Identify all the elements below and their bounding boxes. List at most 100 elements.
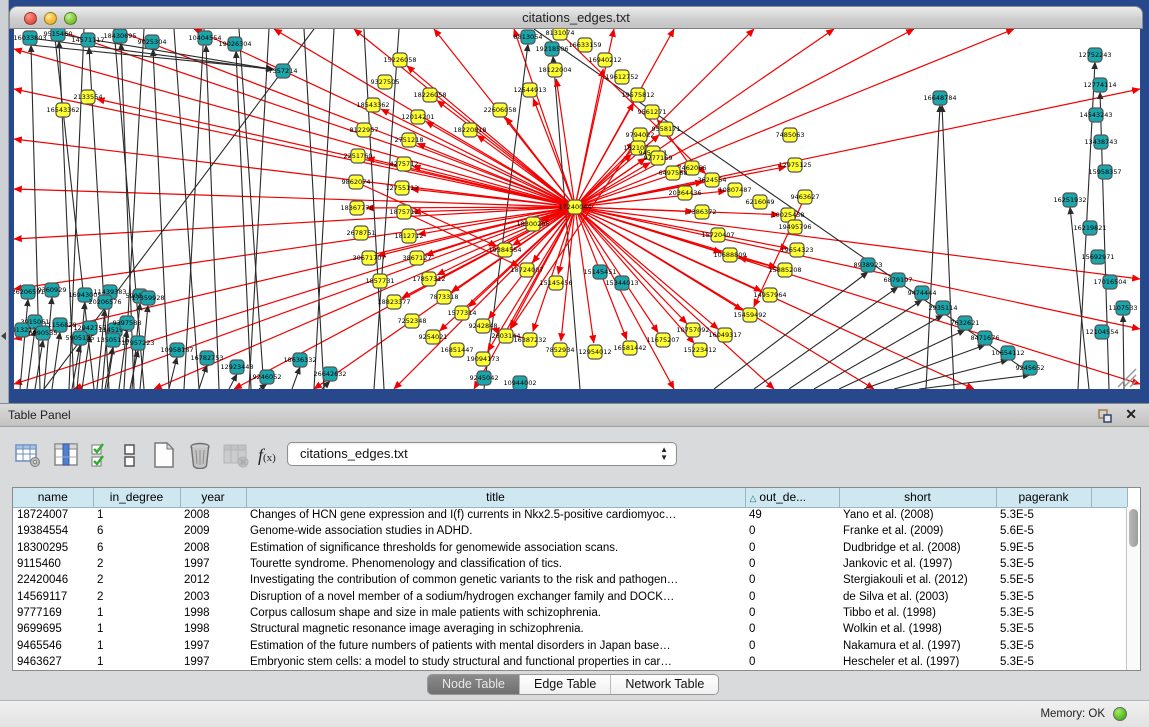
network-node-yellow[interactable]: 18367778: [340, 201, 373, 215]
network-node-yellow[interactable]: 9794022: [626, 128, 655, 142]
column-header-year[interactable]: year: [180, 488, 246, 507]
network-node-yellow[interactable]: 9254021: [419, 330, 448, 344]
network-node-teal[interactable]: 16782753: [190, 351, 223, 365]
table-scrollbar[interactable]: [1126, 507, 1140, 670]
network-node-yellow[interactable]: 10807487: [718, 183, 751, 197]
network-node-teal[interactable]: 18430695: [103, 29, 136, 43]
table-options-icon[interactable]: [14, 441, 42, 469]
expand-panel-arrow-icon[interactable]: [1, 332, 6, 340]
network-node-yellow[interactable]: 2751218: [395, 133, 424, 147]
network-node-teal[interactable]: 8471676: [971, 331, 1000, 345]
network-node-yellow[interactable]: 7485063: [776, 128, 805, 142]
table-row[interactable]: 969969511998Structural magnetic resonanc…: [13, 621, 1127, 637]
table-scrollbar-thumb[interactable]: [1129, 509, 1138, 547]
network-node-yellow[interactable]: 12975125: [778, 158, 811, 172]
network-node-teal[interactable]: 19026304: [218, 37, 251, 51]
network-node-teal[interactable]: 10958187: [160, 343, 193, 357]
network-node-teal[interactable]: 15145451: [583, 265, 616, 279]
tab-node-table[interactable]: Node Table: [428, 675, 520, 694]
network-node-yellow[interactable]: 15226058: [383, 53, 416, 67]
network-node-yellow[interactable]: 12544913: [513, 83, 546, 97]
network-node-yellow[interactable]: 17857312: [412, 272, 445, 286]
network-node-yellow[interactable]: 7873318: [430, 290, 459, 304]
network-node-teal[interactable]: 15958357: [1088, 165, 1121, 179]
table-row[interactable]: 911546021997Tourette syndrome. Phenomeno…: [13, 556, 1127, 572]
tab-edge-table[interactable]: Edge Table: [520, 675, 611, 694]
network-node-yellow[interactable]: 7252348: [398, 314, 427, 328]
network-node-teal[interactable]: 7632621: [951, 316, 980, 330]
select-all-icon[interactable]: [90, 441, 112, 469]
tab-network-table[interactable]: Network Table: [611, 675, 718, 694]
column-header-pagerank[interactable]: pagerank: [996, 488, 1091, 507]
network-node-yellow[interactable]: 8122957: [350, 123, 379, 137]
network-node-teal[interactable]: 8938923: [854, 258, 883, 272]
network-node-yellow[interactable]: 16581442: [613, 341, 646, 355]
network-node-teal[interactable]: 16033803: [14, 31, 47, 45]
network-node-yellow[interactable]: 22606058: [483, 103, 516, 117]
table-panel-header[interactable]: Table Panel ✕: [0, 403, 1149, 427]
network-node-yellow[interactable]: 2678751: [347, 226, 376, 240]
network-node-yellow[interactable]: 16633159: [568, 38, 601, 52]
network-node-teal[interactable]: 10404554: [188, 31, 221, 45]
network-node-yellow[interactable]: 16543362: [46, 103, 79, 117]
unselect-all-icon[interactable]: [122, 441, 138, 469]
network-node-yellow[interactable]: 1857731: [366, 274, 395, 288]
network-node-teal[interactable]: 12923448: [220, 360, 253, 374]
table-row[interactable]: 977716911998Corpus callosum shape and si…: [13, 605, 1127, 621]
network-node-yellow[interactable]: 18122004: [538, 63, 571, 77]
network-node-teal[interactable]: 10944002: [503, 376, 536, 389]
network-node-yellow[interactable]: 19575812: [621, 88, 654, 102]
network-node-yellow[interactable]: 9558171: [652, 122, 681, 136]
network-node-teal[interactable]: 16251932: [1053, 193, 1086, 207]
show-column-icon[interactable]: [52, 441, 80, 469]
table-row[interactable]: 1872400712008Changes of HCN gene express…: [13, 507, 1127, 523]
column-header-name[interactable]: name: [13, 488, 93, 507]
network-canvas[interactable]: 1522605893275051854336281229572251760986…: [14, 29, 1140, 389]
float-window-icon[interactable]: [1097, 408, 1113, 424]
network-node-teal[interactable]: 9246052: [253, 370, 282, 384]
table-row[interactable]: 2242004622012Investigating the contribut…: [13, 572, 1127, 588]
network-node-teal[interactable]: 12774114: [1083, 78, 1116, 92]
network-node-teal[interactable]: 9025304: [138, 35, 167, 49]
network-node-teal[interactable]: 19218506: [535, 42, 568, 56]
network-node-yellow[interactable]: 19654323: [780, 243, 813, 257]
network-node-yellow[interactable]: 1577314: [448, 306, 477, 320]
column-header-in_degree[interactable]: in_degree: [93, 488, 180, 507]
network-node-yellow[interactable]: 15223412: [683, 343, 716, 357]
network-node-teal[interactable]: 9474444: [908, 286, 937, 300]
network-node-teal[interactable]: 10654112: [991, 346, 1024, 360]
network-window-titlebar[interactable]: citations_edges.txt: [9, 6, 1143, 29]
table-row[interactable]: 946362711997Embryonic stem cells: a mode…: [13, 654, 1127, 670]
column-header-out_de[interactable]: △out_de...: [745, 488, 839, 507]
network-node-teal[interactable]: 9245652: [1016, 361, 1045, 375]
table-row[interactable]: 1830029562008Estimation of significance …: [13, 540, 1127, 556]
network-node-yellow[interactable]: 7386372: [688, 205, 717, 219]
network-node-yellow[interactable]: 18543362: [356, 98, 389, 112]
network-node-yellow[interactable]: 8131074: [546, 29, 575, 40]
network-node-yellow[interactable]: 12755112: [385, 181, 418, 195]
network-node-yellow[interactable]: 1812712: [395, 229, 424, 243]
create-new-table-icon[interactable]: [150, 441, 178, 469]
network-node-teal[interactable]: 12104554: [1085, 325, 1118, 339]
network-node-teal[interactable]: 13438743: [1084, 135, 1117, 149]
network-node-teal[interactable]: 9245042: [470, 371, 499, 385]
network-node-teal[interactable]: 16219821: [1073, 221, 1106, 235]
network-node-teal[interactable]: 15344013: [605, 276, 638, 290]
network-node-teal[interactable]: 16648784: [923, 91, 956, 105]
network-node-teal[interactable]: 9515460: [44, 29, 73, 41]
table-selector-dropdown[interactable]: citations_edges.txt ▲▼: [287, 442, 677, 466]
network-node-yellow[interactable]: 16049317: [708, 328, 741, 342]
network-node-teal[interactable]: 14543243: [1079, 108, 1112, 122]
network-node-yellow[interactable]: 3624554: [698, 173, 727, 187]
network-node-yellow[interactable]: 2251760: [344, 149, 373, 163]
close-panel-icon[interactable]: ✕: [1125, 406, 1137, 423]
delete-rows-trash-icon[interactable]: [186, 441, 214, 469]
network-node-yellow[interactable]: 7852934: [546, 343, 575, 357]
function-builder-icon[interactable]: f(x): [258, 445, 286, 473]
network-node-teal[interactable]: 15692971: [1081, 250, 1114, 264]
network-node-yellow[interactable]: 9463627: [791, 190, 820, 204]
table-row[interactable]: 1938455462009Genome-wide association stu…: [13, 523, 1127, 539]
network-node-teal[interactable]: 12752243: [1078, 48, 1111, 62]
network-node-yellow[interactable]: 6216049: [746, 195, 775, 209]
table-row[interactable]: 1456911722003Disruption of a novel membe…: [13, 588, 1127, 604]
